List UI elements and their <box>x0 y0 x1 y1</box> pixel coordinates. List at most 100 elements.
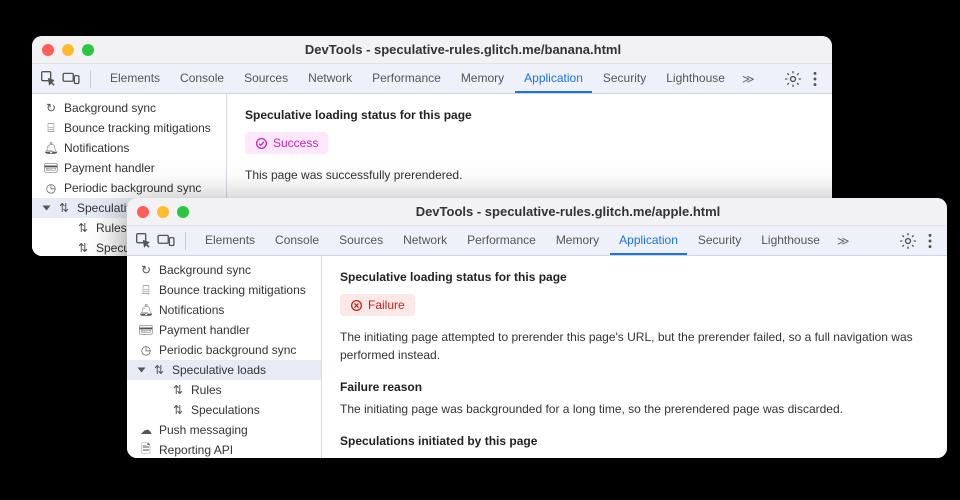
content-pane: Speculative loading status for this page… <box>322 256 947 458</box>
tab-network[interactable]: Network <box>394 227 456 255</box>
separator <box>90 70 91 88</box>
sidebar-item-periodic[interactable]: ◷Periodic background sync <box>127 340 321 360</box>
inspect-icon[interactable] <box>135 232 153 250</box>
traffic-lights <box>42 44 94 56</box>
sidebar-item-bg-sync[interactable]: ↻ Background sync <box>127 260 321 280</box>
panel-tabs: Elements Console Sources Network Perform… <box>196 227 856 255</box>
traffic-lights <box>137 206 189 218</box>
sidebar-label: Bounce tracking mitigations <box>64 121 211 135</box>
close-button[interactable] <box>42 44 54 56</box>
sidebar-item-payment[interactable]: 💳︎Payment handler <box>32 158 226 178</box>
window-title: DevTools - speculative-rules.glitch.me/b… <box>104 42 822 57</box>
titlebar: DevTools - speculative-rules.glitch.me/a… <box>127 198 947 226</box>
arrows-icon: ⇅ <box>76 241 90 255</box>
tab-sources[interactable]: Sources <box>330 227 392 255</box>
clock-icon: ◷ <box>44 181 58 195</box>
disclosure-triangle-icon <box>43 206 51 211</box>
sidebar-item-speculative[interactable]: ⇅ Speculative loads <box>127 360 321 380</box>
tab-network[interactable]: Network <box>299 65 361 93</box>
tab-console[interactable]: Console <box>171 65 233 93</box>
device-icon[interactable] <box>62 70 80 88</box>
check-circle-icon <box>255 137 268 150</box>
sidebar-label: Payment handler <box>159 323 250 337</box>
status-label: Failure <box>368 298 405 312</box>
x-circle-icon <box>350 299 363 312</box>
sidebar-item-rules[interactable]: ⇅Rules <box>127 380 321 400</box>
sync-icon: ↻ <box>44 101 58 115</box>
settings-icon[interactable] <box>784 70 802 88</box>
sidebar-label: Periodic background sync <box>159 343 296 357</box>
sidebar-label: Notifications <box>159 303 224 317</box>
separator <box>185 232 186 250</box>
tab-memory[interactable]: Memory <box>452 65 513 93</box>
cloud-icon: ☁ <box>139 423 153 437</box>
sidebar-label: Speculations <box>191 403 260 417</box>
window-title: DevTools - speculative-rules.glitch.me/a… <box>199 204 937 219</box>
tab-performance[interactable]: Performance <box>363 65 450 93</box>
sidebar-label: Background sync <box>159 263 251 277</box>
failure-reason-heading: Failure reason <box>340 380 929 394</box>
tab-security[interactable]: Security <box>689 227 750 255</box>
status-badge-success: Success <box>245 132 328 154</box>
sidebar-item-speculations[interactable]: ⇅ Speculations <box>127 400 321 420</box>
sync-icon: ↻ <box>139 263 153 277</box>
status-label: Success <box>273 136 318 150</box>
inspect-icon[interactable] <box>40 70 58 88</box>
document-icon: 🗎 <box>139 443 153 457</box>
sidebar-label: Push messaging <box>159 423 248 437</box>
status-badge-failure: Failure <box>340 294 415 316</box>
arrows-icon: ⇅ <box>57 201 71 215</box>
devtools-toolbar: Elements Console Sources Network Perform… <box>32 64 832 94</box>
application-sidebar: ↻ Background sync ⌸Bounce tracking mitiga… <box>127 256 322 458</box>
sidebar-label: Bounce tracking mitigations <box>159 283 306 297</box>
tab-security[interactable]: Security <box>594 65 655 93</box>
tab-memory[interactable]: Memory <box>547 227 608 255</box>
status-heading: Speculative loading status for this page <box>340 270 929 284</box>
device-icon[interactable] <box>157 232 175 250</box>
sidebar-item-push[interactable]: ☁ Push messaging <box>127 420 321 440</box>
sidebar-item-bounce[interactable]: ⌸Bounce tracking mitigations <box>127 280 321 300</box>
sidebar-item-bounce[interactable]: ⌸ Bounce tracking mitigations <box>32 118 226 138</box>
tab-console[interactable]: Console <box>266 227 328 255</box>
arrows-icon: ⇅ <box>76 221 90 235</box>
status-description: This page was successfully prerendered. <box>245 166 814 184</box>
tab-lighthouse[interactable]: Lighthouse <box>752 227 829 255</box>
tab-performance[interactable]: Performance <box>458 227 545 255</box>
sidebar-item-bg-sync[interactable]: ↻Background sync <box>32 98 226 118</box>
settings-icon[interactable] <box>899 232 917 250</box>
tab-application[interactable]: Application <box>610 227 687 255</box>
sidebar-item-notifications[interactable]: 🔔︎ Notifications <box>127 300 321 320</box>
minimize-button[interactable] <box>157 206 169 218</box>
bell-icon: 🔔︎ <box>139 303 153 317</box>
bell-icon: 🔔︎ <box>44 141 58 155</box>
devtools-window-front: DevTools - speculative-rules.glitch.me/a… <box>127 198 947 458</box>
sidebar-item-payment[interactable]: 💳︎ Payment handler <box>127 320 321 340</box>
tab-sources[interactable]: Sources <box>235 65 297 93</box>
disclosure-triangle-icon <box>138 368 146 373</box>
tabs-overflow-icon[interactable]: ≫ <box>736 72 761 86</box>
more-icon[interactable] <box>921 232 939 250</box>
tab-elements[interactable]: Elements <box>101 65 169 93</box>
close-button[interactable] <box>137 206 149 218</box>
sidebar-item-notifications[interactable]: 🔔︎Notifications <box>32 138 226 158</box>
more-icon[interactable] <box>806 70 824 88</box>
zoom-button[interactable] <box>82 44 94 56</box>
sidebar-label: Rules <box>191 383 222 397</box>
sidebar-label: Speculative loads <box>172 363 266 377</box>
sidebar-item-periodic[interactable]: ◷ Periodic background sync <box>32 178 226 198</box>
speculations-heading: Speculations initiated by this page <box>340 434 929 448</box>
database-icon: ⌸ <box>44 121 58 135</box>
panel-tabs: Elements Console Sources Network Perform… <box>101 65 761 93</box>
sidebar-item-reporting[interactable]: 🗎Reporting API <box>127 440 321 458</box>
tab-elements[interactable]: Elements <box>196 227 264 255</box>
arrows-icon: ⇅ <box>152 363 166 377</box>
arrows-icon: ⇅ <box>171 403 185 417</box>
zoom-button[interactable] <box>177 206 189 218</box>
card-icon: 💳︎ <box>44 161 58 175</box>
tab-lighthouse[interactable]: Lighthouse <box>657 65 734 93</box>
minimize-button[interactable] <box>62 44 74 56</box>
card-icon: 💳︎ <box>139 323 153 337</box>
sidebar-label: Periodic background sync <box>64 181 201 195</box>
tab-application[interactable]: Application <box>515 65 592 93</box>
tabs-overflow-icon[interactable]: ≫ <box>831 234 856 248</box>
